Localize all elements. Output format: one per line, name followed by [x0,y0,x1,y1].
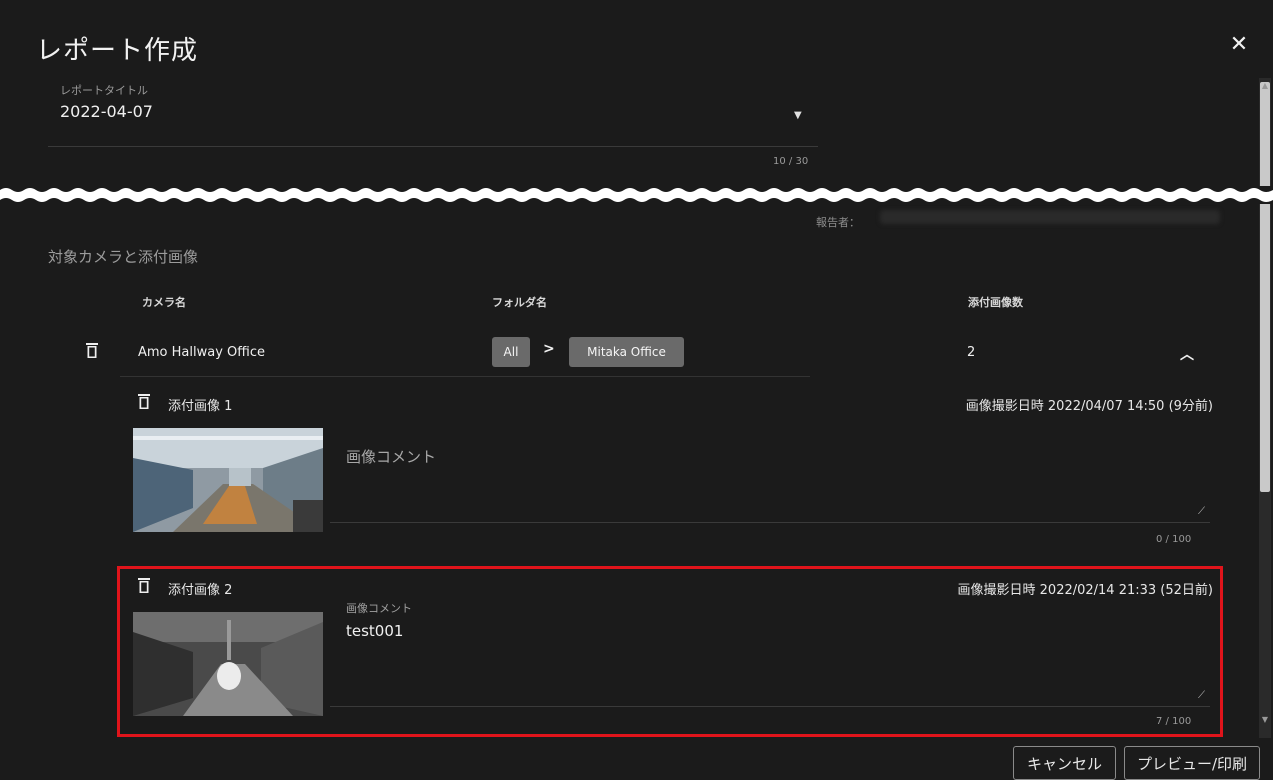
breadcrumb-separator: > [543,341,555,357]
column-header-folder: フォルダ名 [492,296,547,309]
attachment-1-comment-input[interactable]: 画像コメント [346,446,436,467]
delete-camera-trash-icon[interactable] [86,343,98,358]
report-title-counter: 10 / 30 [773,156,809,167]
scroll-up-icon[interactable]: ▲ [1259,80,1271,92]
attachment-1-thumbnail[interactable] [133,428,323,532]
report-title-underline [48,146,818,147]
scroll-down-icon[interactable]: ▼ [1259,714,1271,726]
reporter-label: 報告者： [816,216,860,229]
torn-edge-divider [0,186,1273,204]
attachment-1-counter: 0 / 100 [1156,534,1192,545]
delete-attachment-1-trash-icon[interactable] [138,394,150,409]
caret-down-icon[interactable]: ▼ [794,110,802,121]
folder-chip-mitaka[interactable]: Mitaka Office [569,337,684,367]
highlight-box [117,566,1223,737]
camera-row-divider [120,376,810,377]
report-title-select[interactable]: 2022-04-07 [60,102,153,121]
camera-name: Amo Hallway Office [138,345,265,360]
folder-chip-all[interactable]: All [492,337,530,367]
resize-handle-icon[interactable]: ⟋ [1198,506,1205,517]
column-header-count: 添付画像数 [968,296,1023,309]
chevron-up-icon[interactable]: ︿ [1180,344,1194,364]
dialog-title: レポート作成 [36,36,199,66]
attachment-1-comment-underline [330,522,1210,523]
report-dialog: レポート作成 ✕ ▲ ▼ レポートタイトル 2022-04-07 ▼ 10 / … [0,0,1273,780]
cancel-button[interactable]: キャンセル [1013,746,1116,780]
reporter-value-blurred [880,210,1220,224]
close-icon[interactable]: ✕ [1228,34,1250,56]
attachment-count: 2 [967,345,976,360]
preview-print-button[interactable]: プレビュー/印刷 [1124,746,1260,780]
scrollbar-thumb[interactable] [1260,82,1270,492]
report-title-label: レポートタイトル [60,84,148,97]
section-label: 対象カメラと添付画像 [48,248,199,266]
attachment-1-title: 添付画像 1 [168,399,233,414]
attachment-1-captured-date: 画像撮影日時 2022/04/07 14:50 (9分前) [965,399,1213,414]
column-header-camera: カメラ名 [142,296,186,309]
